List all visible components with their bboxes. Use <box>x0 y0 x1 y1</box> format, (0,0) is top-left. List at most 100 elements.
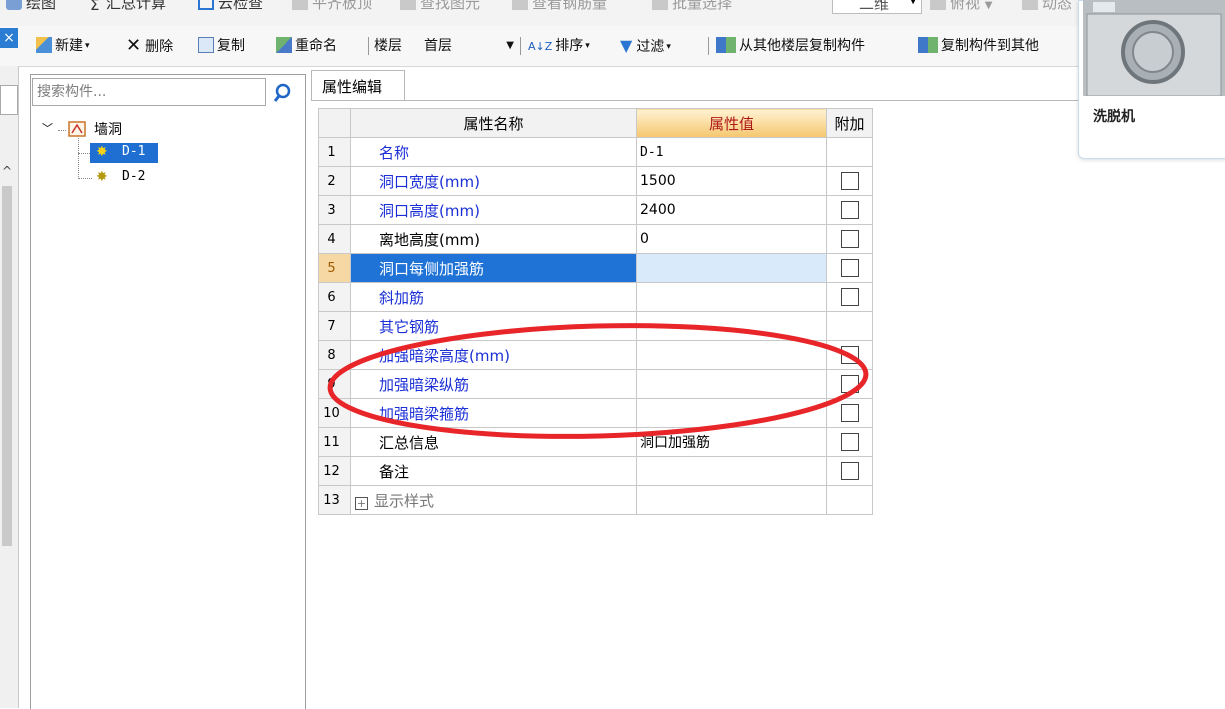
sort-button[interactable]: A↓Z 排序 ▾ <box>528 35 590 57</box>
property-name-cell[interactable]: 洞口宽度(mm) <box>350 166 637 196</box>
tree-root-label[interactable]: 墙洞 <box>94 119 122 139</box>
draw-button[interactable]: 绘图 <box>6 0 56 12</box>
property-value-cell[interactable] <box>636 369 827 399</box>
close-panel-button[interactable]: × <box>0 28 18 48</box>
property-value-cell[interactable]: 1500 <box>636 166 827 196</box>
batch-select-button[interactable]: 批量选择 <box>652 0 732 12</box>
tree-node-label: D-1 <box>122 144 146 159</box>
table-row[interactable]: 7 其它钢筋 <box>318 311 873 341</box>
find-element-button[interactable]: 查找图元 <box>400 0 480 12</box>
tree-connector <box>78 178 92 179</box>
delete-icon: ✕ <box>126 35 142 56</box>
table-row[interactable]: 11 汇总信息 洞口加强筋 <box>318 427 873 457</box>
extra-checkbox[interactable] <box>840 201 859 220</box>
property-name-cell[interactable]: 洞口高度(mm) <box>350 195 637 225</box>
extra-cell <box>826 369 873 399</box>
property-value-cell[interactable]: 0 <box>636 224 827 254</box>
property-name-cell[interactable]: 其它钢筋 <box>350 311 637 341</box>
table-row[interactable]: 4 离地高度(mm) 0 <box>318 224 873 254</box>
tab-property-edit[interactable]: 属性编辑 <box>311 70 405 101</box>
view-dimension-select[interactable]: 二维 ▼ <box>832 0 922 14</box>
popup-label: 洗脱机 <box>1093 109 1135 125</box>
header-property-value[interactable]: 属性值 <box>636 108 827 138</box>
search-button[interactable] <box>268 79 300 107</box>
tree-collapse-icon[interactable]: ﹀ <box>42 120 53 136</box>
header-property-name[interactable]: 属性名称 <box>350 108 637 138</box>
row-number: 13 <box>318 485 351 515</box>
property-value-cell[interactable] <box>636 311 827 341</box>
tree-node-d2[interactable]: ✸ D-2 <box>92 168 162 188</box>
table-row[interactable]: 8 加强暗梁高度(mm) <box>318 340 873 370</box>
batch-icon <box>652 0 668 10</box>
copy-to-floor-button[interactable]: 复制构件到其他 <box>918 35 1039 57</box>
view-rebar-button[interactable]: 查看钢筋量 <box>512 0 607 12</box>
tree-connector <box>78 138 79 179</box>
floor-select[interactable]: 首层 ▼ <box>420 35 516 57</box>
property-value-cell[interactable] <box>636 398 827 428</box>
row-number: 5 <box>318 253 351 283</box>
table-row[interactable]: 9 加强暗梁纵筋 <box>318 369 873 399</box>
glasses-icon <box>512 0 528 10</box>
table-row[interactable]: 6 斜加筋 <box>318 282 873 312</box>
gear-icon: ✸ <box>96 169 108 185</box>
header-extra[interactable]: 附加 <box>826 108 873 138</box>
component-search-input[interactable] <box>32 78 266 106</box>
rename-button[interactable]: 重命名 <box>276 35 337 57</box>
table-row[interactable]: 3 洞口高度(mm) 2400 <box>318 195 873 225</box>
property-name-cell[interactable]: 加强暗梁箍筋 <box>350 398 637 428</box>
dynamic-icon <box>1022 0 1038 10</box>
extra-checkbox[interactable] <box>840 404 859 423</box>
view-mode-button[interactable]: 俯视 ▼ <box>930 0 993 12</box>
extra-checkbox[interactable] <box>840 259 859 278</box>
extra-checkbox[interactable] <box>840 288 859 307</box>
tree-node-d1[interactable]: ✸ D-1 <box>90 143 158 163</box>
dynamic-view-button[interactable]: 动态 <box>1022 0 1072 12</box>
extra-cell <box>826 224 873 254</box>
property-value-cell[interactable]: 洞口加强筋 <box>636 427 827 457</box>
extra-checkbox[interactable] <box>840 230 859 249</box>
extra-checkbox[interactable] <box>840 346 859 365</box>
property-name-cell[interactable]: 加强暗梁高度(mm) <box>350 340 637 370</box>
align-top-button[interactable]: 平齐板顶 <box>292 0 372 12</box>
extra-checkbox[interactable] <box>840 433 859 452</box>
view-icon <box>930 0 946 10</box>
summary-calc-button[interactable]: Σ 汇总计算 <box>90 0 166 14</box>
property-name-cell[interactable]: 洞口每侧加强筋 <box>350 253 637 283</box>
floor-label: 楼层 <box>374 38 402 54</box>
extra-checkbox[interactable] <box>840 462 859 481</box>
property-name-cell[interactable]: 汇总信息 <box>350 427 637 457</box>
property-value-cell[interactable]: D-1 <box>636 137 827 167</box>
copy-from-floor-button[interactable]: 从其他楼层复制构件 <box>716 35 865 57</box>
property-value-cell[interactable] <box>636 456 827 486</box>
property-group-cell[interactable]: + 显示样式 <box>350 485 637 515</box>
left-dock-button[interactable] <box>0 85 18 115</box>
extra-checkbox[interactable] <box>840 375 859 394</box>
table-row[interactable]: 13 + 显示样式 <box>318 485 873 515</box>
tree-connector <box>78 153 90 154</box>
property-name-cell[interactable]: 加强暗梁纵筋 <box>350 369 637 399</box>
table-row[interactable]: 2 洞口宽度(mm) 1500 <box>318 166 873 196</box>
extra-checkbox[interactable] <box>840 172 859 191</box>
property-value-cell[interactable]: 2400 <box>636 195 827 225</box>
table-row[interactable]: 1 名称 D-1 <box>318 137 873 167</box>
property-value-cell[interactable] <box>636 253 827 283</box>
property-name-cell[interactable]: 备注 <box>350 456 637 486</box>
filter-button[interactable]: ▼ 过滤 ▾ <box>620 35 671 57</box>
copy-button[interactable]: 复制 <box>198 35 245 57</box>
table-row[interactable]: 12 备注 <box>318 456 873 486</box>
left-scrollbar-thumb[interactable] <box>2 186 12 546</box>
table-row[interactable]: 10 加强暗梁箍筋 <box>318 398 873 428</box>
new-button[interactable]: 新建 ▾ <box>36 35 90 57</box>
chevron-down-icon: ▼ <box>909 0 917 6</box>
property-name-cell[interactable]: 离地高度(mm) <box>350 224 637 254</box>
delete-button[interactable]: ✕ 删除 <box>126 35 173 57</box>
table-row-selected[interactable]: 5 洞口每侧加强筋 <box>318 253 873 283</box>
cloud-check-button[interactable]: 云检查 <box>198 0 263 12</box>
property-name-cell[interactable]: 名称 <box>350 137 637 167</box>
property-value-cell[interactable] <box>636 340 827 370</box>
expand-plus-icon[interactable]: + <box>355 496 368 510</box>
property-value-cell[interactable] <box>636 282 827 312</box>
property-value-cell[interactable] <box>636 485 827 515</box>
scroll-up-icon[interactable]: ^ <box>2 164 12 178</box>
property-name-cell[interactable]: 斜加筋 <box>350 282 637 312</box>
